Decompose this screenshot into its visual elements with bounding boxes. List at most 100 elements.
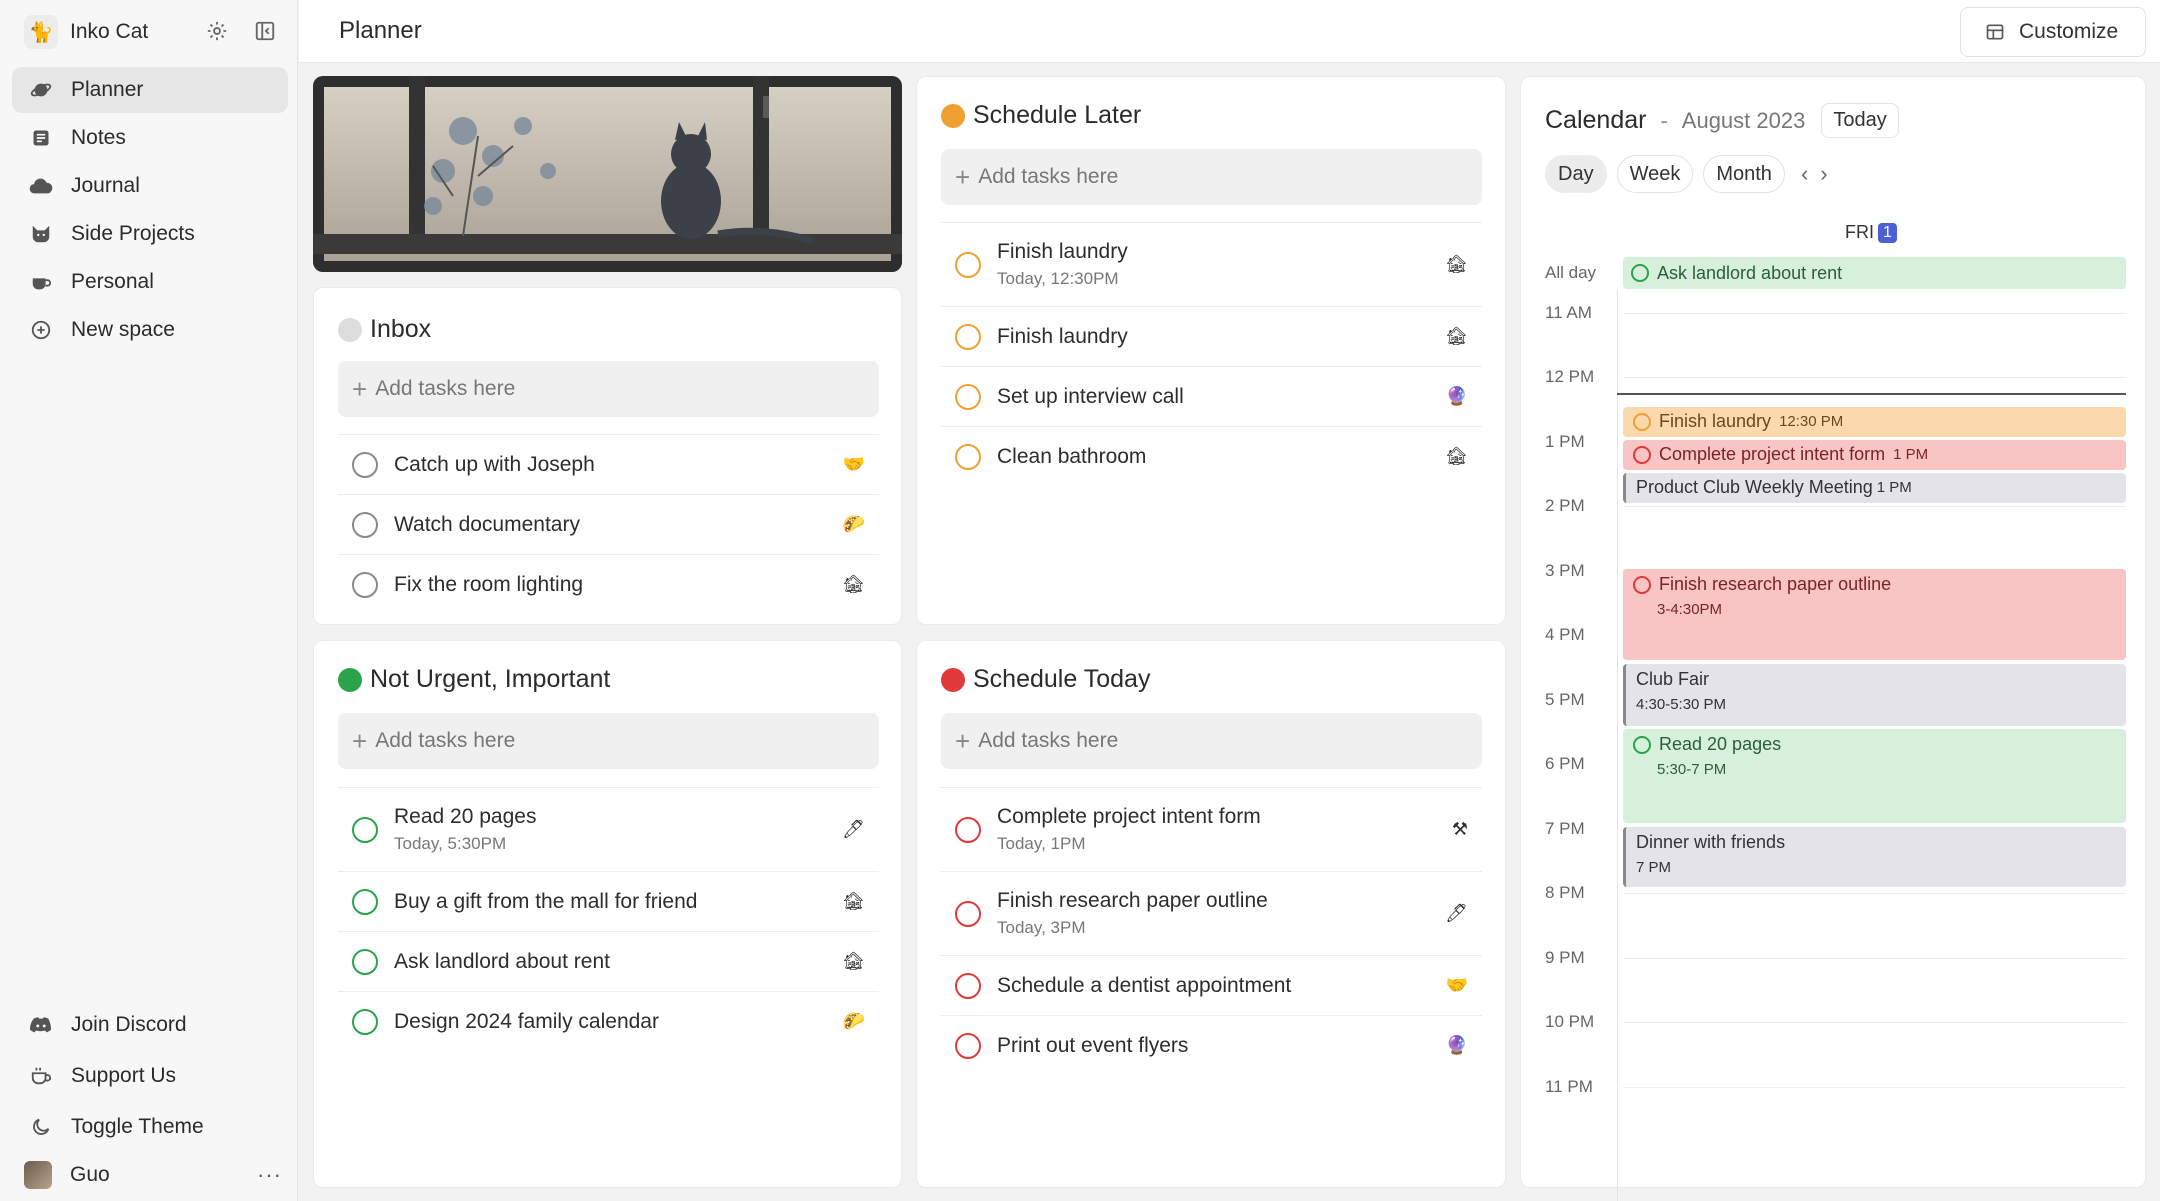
- gear-icon[interactable]: [202, 16, 232, 46]
- more-options-icon[interactable]: ···: [257, 1162, 282, 1188]
- calendar-event[interactable]: Read 20 pages 5:30-7 PM: [1623, 729, 2126, 823]
- list-item[interactable]: Finish research paper outline Today, 3PM …: [941, 871, 1482, 955]
- plus-icon: +: [352, 374, 368, 404]
- task-checkbox[interactable]: [955, 443, 981, 470]
- task-title: Fix the room lighting: [394, 572, 584, 596]
- list-item[interactable]: Fix the room lighting 🏚: [338, 554, 879, 614]
- list-item[interactable]: Schedule a dentist appointment 🤝: [941, 955, 1482, 1015]
- event-time: 3-4:30PM: [1657, 601, 1723, 618]
- user-profile[interactable]: Guo ···: [24, 1158, 286, 1192]
- sidebar-item-planner[interactable]: Planner: [12, 67, 288, 113]
- list-item[interactable]: Watch documentary 🌮: [338, 494, 879, 554]
- task-due: Today, 12:30PM: [997, 269, 1119, 288]
- calendar-event[interactable]: Club Fair 4:30-5:30 PM: [1623, 664, 2126, 726]
- not-urgent-add-task-input[interactable]: + Add tasks here: [338, 713, 879, 769]
- sidebar-item-personal[interactable]: Personal: [12, 259, 288, 305]
- task-checkbox[interactable]: [955, 383, 981, 410]
- task-title: Finish laundry: [997, 324, 1128, 348]
- list-item[interactable]: Buy a gift from the mall for friend 🏚: [338, 871, 879, 931]
- list-item[interactable]: Clean bathroom 🏚: [941, 426, 1482, 486]
- sidebar-item-notes[interactable]: Notes: [12, 115, 288, 161]
- task-checkbox[interactable]: [955, 972, 981, 999]
- calendar-view-switcher: Day Week Month ‹ ›: [1545, 155, 1834, 193]
- event-checkbox[interactable]: [1633, 445, 1651, 464]
- today-button[interactable]: Today: [1821, 103, 1899, 138]
- calendar-event[interactable]: Finish laundry 12:30 PM: [1623, 407, 2126, 437]
- house-icon: 🏚: [1445, 254, 1468, 274]
- event-checkbox[interactable]: [1633, 412, 1651, 431]
- schedule-today-card: Schedule Today + Add tasks here Complete…: [916, 640, 1506, 1188]
- task-checkbox[interactable]: [352, 451, 378, 478]
- sidebar-item-label: Notes: [71, 126, 126, 149]
- calendar-header: Calendar - August 2023 Today: [1545, 103, 1899, 138]
- hour-label: 3 PM: [1545, 561, 1585, 580]
- list-item[interactable]: Print out event flyers 🔮: [941, 1015, 1482, 1075]
- list-item[interactable]: Finish laundry 🏚: [941, 306, 1482, 366]
- event-checkbox[interactable]: [1633, 735, 1651, 754]
- task-checkbox[interactable]: [352, 571, 378, 598]
- plus-circle-icon: [28, 317, 54, 343]
- event-checkbox[interactable]: [1633, 575, 1651, 594]
- calendar-event[interactable]: Finish research paper outline 3-4:30PM: [1623, 569, 2126, 660]
- hour-line: [1623, 1087, 2126, 1088]
- hour-label: 10 PM: [1545, 1012, 1595, 1031]
- task-due: Today, 5:30PM: [394, 834, 507, 853]
- task-checkbox[interactable]: [352, 1008, 378, 1035]
- sidebar-item-new-space[interactable]: New space: [12, 307, 288, 353]
- all-day-event[interactable]: Ask landlord about rent: [1623, 257, 2126, 289]
- chevron-right-icon[interactable]: ›: [1820, 161, 1827, 187]
- note-icon: [28, 125, 54, 151]
- event-time: 5:30-7 PM: [1657, 761, 1727, 778]
- task-checkbox[interactable]: [955, 1032, 981, 1059]
- view-day-button[interactable]: Day: [1545, 155, 1607, 193]
- sidebar-item-side-projects[interactable]: Side Projects: [12, 211, 288, 257]
- event-title: Complete project intent form: [1659, 444, 1886, 464]
- list-item[interactable]: Finish laundry Today, 12:30PM 🏚: [941, 222, 1482, 306]
- sidebar-item-journal[interactable]: Journal: [12, 163, 288, 209]
- inbox-add-task-input[interactable]: + Add tasks here: [338, 361, 879, 417]
- list-item[interactable]: Design 2024 family calendar 🌮: [338, 991, 879, 1051]
- task-checkbox[interactable]: [955, 251, 981, 278]
- schedule-today-add-task-input[interactable]: + Add tasks here: [941, 713, 1482, 769]
- list-item[interactable]: Read 20 pages Today, 5:30PM 🖊: [338, 787, 879, 871]
- calendar-event[interactable]: Complete project intent form 1 PM: [1623, 440, 2126, 470]
- task-checkbox[interactable]: [955, 816, 981, 843]
- event-checkbox[interactable]: [1631, 264, 1649, 282]
- workspace-header[interactable]: 🐈 Inko Cat: [24, 14, 284, 50]
- task-checkbox[interactable]: [352, 948, 378, 975]
- event-title: Finish research paper outline: [1659, 574, 1892, 594]
- hour-label: 4 PM: [1545, 625, 1585, 644]
- not-urgent-title: Not Urgent, Important: [338, 665, 610, 694]
- calendar-event[interactable]: Product Club Weekly Meeting 1 PM: [1623, 473, 2126, 503]
- task-checkbox[interactable]: [955, 900, 981, 927]
- task-title: Ask landlord about rent: [394, 949, 610, 973]
- sidebar-item-label: Side Projects: [71, 222, 195, 245]
- task-checkbox[interactable]: [352, 888, 378, 915]
- view-month-button[interactable]: Month: [1703, 155, 1785, 193]
- event-title: Dinner with friends: [1636, 832, 1786, 852]
- view-week-button[interactable]: Week: [1616, 155, 1694, 193]
- collapse-sidebar-icon[interactable]: [250, 16, 280, 46]
- event-title: Club Fair: [1636, 669, 1710, 689]
- toggle-theme-button[interactable]: Toggle Theme: [12, 1102, 288, 1151]
- task-checkbox[interactable]: [955, 323, 981, 350]
- list-item[interactable]: Catch up with Joseph 🤝: [338, 434, 879, 494]
- schedule-later-task-list: Finish laundry Today, 12:30PM 🏚 Finish la…: [941, 222, 1482, 486]
- sidebar-item-label: Personal: [71, 270, 154, 293]
- schedule-later-add-task-input[interactable]: + Add tasks here: [941, 149, 1482, 205]
- task-checkbox[interactable]: [352, 816, 378, 843]
- handshake-icon: 🤝: [1445, 975, 1468, 995]
- list-item[interactable]: Ask landlord about rent 🏚: [338, 931, 879, 991]
- task-title: Design 2024 family calendar: [394, 1009, 659, 1033]
- not-urgent-task-list: Read 20 pages Today, 5:30PM 🖊 Buy a gift …: [338, 787, 879, 1051]
- task-checkbox[interactable]: [352, 511, 378, 538]
- join-discord-link[interactable]: Join Discord: [12, 1000, 288, 1049]
- chevron-left-icon[interactable]: ‹: [1801, 161, 1808, 187]
- orange-dot-icon: [941, 103, 965, 128]
- list-item[interactable]: Set up interview call 🔮: [941, 366, 1482, 426]
- hour-line: [1623, 313, 2126, 314]
- list-item[interactable]: Complete project intent form Today, 1PM ⚒: [941, 787, 1482, 871]
- support-us-link[interactable]: Support Us: [12, 1051, 288, 1100]
- customize-button[interactable]: Customize: [1960, 7, 2146, 57]
- calendar-event[interactable]: Dinner with friends 7 PM: [1623, 827, 2126, 887]
